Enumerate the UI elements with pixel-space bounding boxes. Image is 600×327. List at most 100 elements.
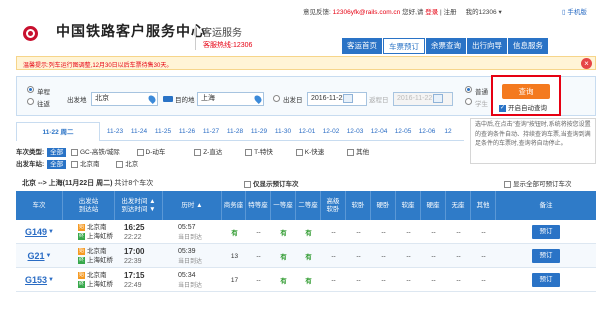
mobile-version-link[interactable]: ▯ 手机版 <box>562 6 587 16</box>
radio-student[interactable] <box>465 98 472 105</box>
col-premium: 特等座 <box>246 191 271 220</box>
register-link[interactable]: 注册 <box>444 9 457 16</box>
depart-station: 始北京南 <box>78 247 107 255</box>
top-links: 意见反馈: 12306yfk@rails.com.cn 您好,请 登录 | 注册… <box>303 6 502 16</box>
auto-query-tooltip: 选中后,在点击"查询"按钮时,系统将按您设置的查询条件自动、持续查询车票,当查询… <box>470 118 596 164</box>
radio-round-trip[interactable] <box>27 98 34 105</box>
seat-availability: -- <box>331 228 336 236</box>
date-tab[interactable]: 12-05 <box>392 122 414 141</box>
to-label: 目的地 <box>175 97 195 104</box>
date-tab[interactable]: 11-27 <box>200 122 222 141</box>
date-tab[interactable]: 12-02 <box>320 122 342 141</box>
seat-availability: -- <box>406 276 411 284</box>
site-name: 中国铁路客户服务中心 <box>56 24 206 40</box>
calendar-icon[interactable] <box>433 94 443 103</box>
seat-availability: -- <box>256 252 261 260</box>
route-text: 北京 --> 上海(11月22日 周二) <box>22 180 113 187</box>
filter-t[interactable]: T-特快 <box>245 146 273 156</box>
nav-remaining-tickets[interactable]: 余票查询 <box>426 38 466 54</box>
main-nav: 客运首页 车票预订 余票查询 出行向导 信息服务 <box>342 38 562 54</box>
auto-query-toggle[interactable]: 开启自动查询 <box>499 102 547 112</box>
date-tab[interactable]: 12-03 <box>344 122 366 141</box>
date-input[interactable]: 2016-11-22 <box>307 92 367 106</box>
date-tab[interactable]: 11-29 <box>248 122 270 141</box>
col-first: 一等座 <box>271 191 296 220</box>
nav-home[interactable]: 客运首页 <box>342 38 382 54</box>
duration: 05:39 <box>178 248 196 255</box>
train-number-link[interactable]: G153 <box>25 275 47 285</box>
train-type-label: 车次类型: <box>16 149 45 156</box>
radio-adult[interactable] <box>465 86 472 93</box>
filter-station-beijing[interactable]: 北京 <box>116 158 138 168</box>
feedback-label: 意见反馈: <box>303 9 331 16</box>
chevron-down-icon[interactable]: ▼ <box>46 253 52 259</box>
nav-info-service[interactable]: 信息服务 <box>508 38 548 54</box>
radio-one-way[interactable] <box>27 86 34 93</box>
start-station-icon: 始 <box>78 223 85 231</box>
return-date-input[interactable]: 2016-11-22 <box>393 92 453 106</box>
my12306-menu[interactable]: 我的12306 ▾ <box>466 9 502 16</box>
query-button[interactable]: 查询 <box>502 84 550 99</box>
col-train: 车次 <box>16 191 63 220</box>
col-soft-seat: 软座 <box>396 191 421 220</box>
date-tab[interactable]: 11-28 <box>224 122 246 141</box>
date-tab[interactable]: 11-26 <box>176 122 198 141</box>
auto-query-checkbox[interactable] <box>499 104 506 112</box>
train-number-cell: G153 ▼ <box>16 268 63 292</box>
train-type-all[interactable]: 全部 <box>47 148 67 157</box>
train-number-cell: G21 ▼ <box>16 244 63 268</box>
train-number-link[interactable]: G149 <box>25 227 47 237</box>
arrive-station: 终上海虹桥 <box>78 256 113 264</box>
close-icon[interactable]: × <box>581 58 592 69</box>
date-tab[interactable]: 11-30 <box>272 122 294 141</box>
phone-icon: ▯ <box>562 9 566 16</box>
date-tab[interactable]: 12-06 <box>416 122 438 141</box>
chevron-down-icon[interactable]: ▼ <box>48 277 54 283</box>
swap-icon[interactable] <box>163 96 173 102</box>
book-button[interactable]: 预订 <box>532 249 560 263</box>
date-tab[interactable]: 12-01 <box>296 122 318 141</box>
filter-other[interactable]: 其他 <box>347 146 369 156</box>
col-stations[interactable]: 出发站 到达站 <box>63 191 115 220</box>
col-second: 二等座 <box>296 191 321 220</box>
date-tab[interactable]: 12 <box>442 122 454 141</box>
station-all[interactable]: 全部 <box>47 160 67 169</box>
date-tab[interactable]: 12-04 <box>368 122 390 141</box>
railway-logo-icon[interactable] <box>23 26 38 41</box>
start-station-icon: 始 <box>78 271 85 279</box>
return-label: 返程日 <box>369 97 389 104</box>
arrive-station: 终上海虹桥 <box>78 280 113 288</box>
result-count: 共计8个车次 <box>114 180 154 187</box>
filter-k[interactable]: K-快速 <box>295 146 324 156</box>
filter-gc[interactable]: GC-高铁/城际 <box>70 146 120 156</box>
filter-station-beijingnan[interactable]: 北京南 <box>70 158 99 168</box>
arrival-day: 当日到达 <box>178 259 203 265</box>
chevron-down-icon[interactable]: ▼ <box>48 229 54 235</box>
book-button[interactable]: 预订 <box>532 225 560 239</box>
train-number-link[interactable]: G21 <box>28 251 45 261</box>
nav-travel-guide[interactable]: 出行向导 <box>467 38 507 54</box>
col-soft-sleeper: 软卧 <box>346 191 371 220</box>
nav-booking[interactable]: 车票预订 <box>383 38 425 54</box>
filter-d[interactable]: D-动车 <box>136 146 165 156</box>
calendar-icon[interactable] <box>343 94 353 103</box>
col-remark: 备注 <box>539 201 553 209</box>
date-tab[interactable]: 11-25 <box>152 122 174 141</box>
filter-z[interactable]: Z-直达 <box>194 146 222 156</box>
date-tab[interactable]: 11-23 <box>104 122 126 141</box>
col-duration[interactable]: 历时 ▲ <box>163 191 222 220</box>
arrive-time: 22:39 <box>124 258 142 265</box>
date-tab[interactable]: 11-22 周二 <box>16 122 100 141</box>
col-other: 其他 <box>471 191 496 220</box>
show-all-toggle[interactable]: 显示全部可预订车次 <box>504 178 572 188</box>
col-times[interactable]: 出发时间 ▲ 到达时间 ▼ <box>115 191 163 220</box>
seat-availability: -- <box>431 276 436 284</box>
feedback-email-link[interactable]: 12306yfk@rails.com.cn <box>333 9 401 16</box>
only-bookable-toggle[interactable]: 仅显示预订车次 <box>244 178 299 188</box>
notice-text: 温馨提示:列车运行图调整,12月30日以后车票待售30天。 <box>23 63 173 69</box>
book-button[interactable]: 预订 <box>532 273 560 287</box>
login-link[interactable]: 登录 <box>425 9 438 16</box>
seat-availability: -- <box>481 228 486 236</box>
date-tab[interactable]: 11-24 <box>128 122 150 141</box>
seat-availability: -- <box>331 276 336 284</box>
